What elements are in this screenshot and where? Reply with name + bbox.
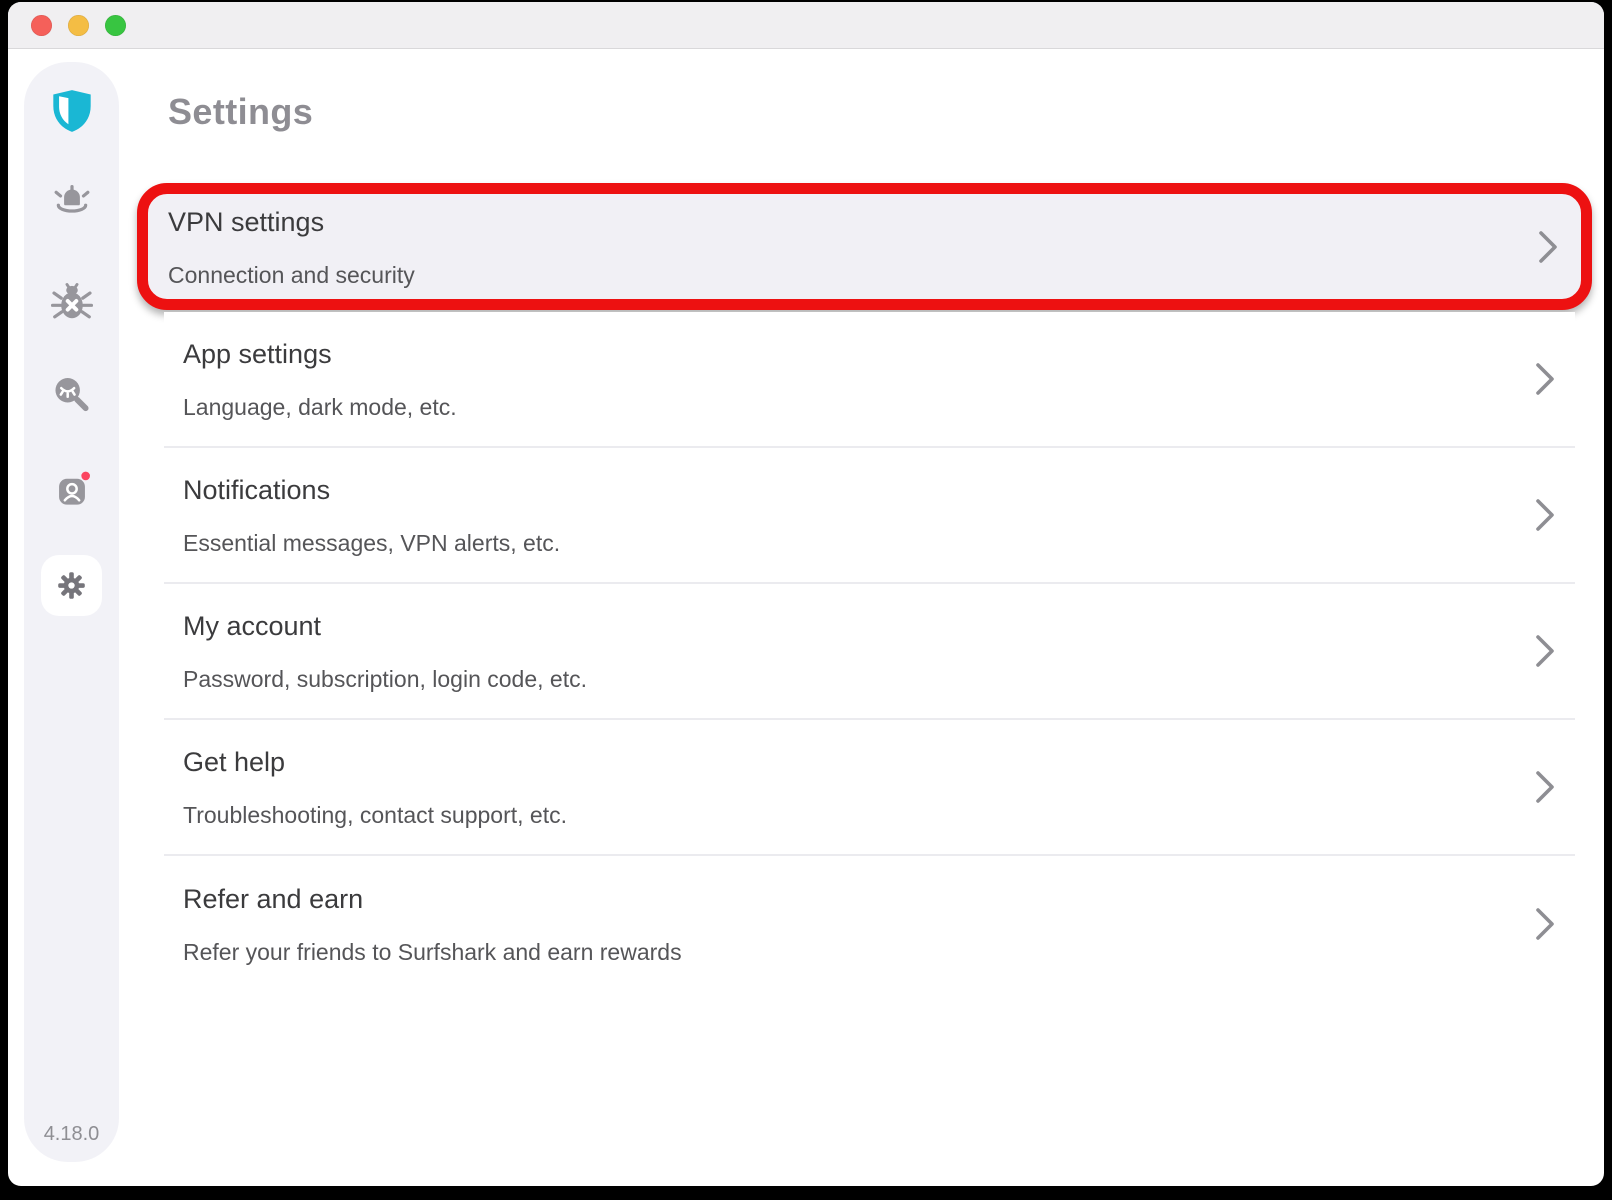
close-button[interactable]	[31, 15, 52, 36]
row-subtitle: Refer your friends to Surfshark and earn…	[183, 939, 682, 965]
row-title: VPN settings	[168, 206, 415, 238]
settings-item-app-settings[interactable]: App settings Language, dark mode, etc.	[164, 312, 1575, 448]
sidebar: 4.18.0	[24, 62, 119, 1162]
settings-item-refer-and-earn[interactable]: Refer and earn Refer your friends to Sur…	[164, 856, 1575, 992]
settings-item-vpn-settings[interactable]: VPN settings Connection and security	[148, 194, 1581, 299]
row-subtitle: Password, subscription, login code, etc.	[183, 666, 587, 692]
row-title: Notifications	[183, 474, 560, 506]
settings-item-notifications[interactable]: Notifications Essential messages, VPN al…	[164, 448, 1575, 584]
minimize-button[interactable]	[68, 15, 89, 36]
page-title: Settings	[168, 92, 313, 132]
app-window: 4.18.0 Settings VPN settings Connection …	[8, 2, 1604, 1186]
app-version: 4.18.0	[24, 1123, 119, 1146]
settings-item-get-help[interactable]: Get help Troubleshooting, contact suppor…	[164, 720, 1575, 856]
chevron-right-icon	[1535, 770, 1555, 804]
chevron-right-icon	[1535, 362, 1555, 396]
sidebar-item-vpn-home[interactable]	[49, 88, 95, 134]
row-title: Get help	[183, 746, 567, 778]
row-subtitle: Troubleshooting, contact support, etc.	[183, 802, 567, 828]
gear-icon	[53, 567, 90, 604]
chevron-right-icon	[1535, 634, 1555, 668]
siren-icon	[49, 183, 95, 229]
window-titlebar	[8, 2, 1604, 49]
row-title: Refer and earn	[183, 883, 682, 915]
row-subtitle: Essential messages, VPN alerts, etc.	[183, 530, 560, 556]
row-subtitle: Language, dark mode, etc.	[183, 394, 457, 420]
row-subtitle: Connection and security	[168, 262, 415, 288]
sidebar-item-alerts[interactable]	[49, 183, 95, 229]
sidebar-item-account[interactable]	[49, 468, 95, 514]
zoom-button[interactable]	[105, 15, 126, 36]
notification-dot	[81, 472, 90, 481]
surfshark-shield-icon	[49, 88, 95, 134]
bug-icon	[49, 278, 95, 324]
incognito-search-icon	[49, 373, 95, 419]
row-title: App settings	[183, 338, 457, 370]
settings-item-my-account[interactable]: My account Password, subscription, login…	[164, 584, 1575, 720]
row-title: My account	[183, 610, 587, 642]
sidebar-item-settings[interactable]	[41, 555, 102, 616]
chevron-right-icon	[1535, 907, 1555, 941]
chevron-right-icon	[1538, 230, 1558, 264]
sidebar-item-search[interactable]	[49, 373, 95, 419]
sidebar-item-antivirus[interactable]	[49, 278, 95, 324]
chevron-right-icon	[1535, 498, 1555, 532]
settings-list: App settings Language, dark mode, etc. N…	[164, 312, 1575, 992]
annotation-highlight: VPN settings Connection and security	[137, 183, 1592, 310]
person-icon	[49, 468, 95, 514]
